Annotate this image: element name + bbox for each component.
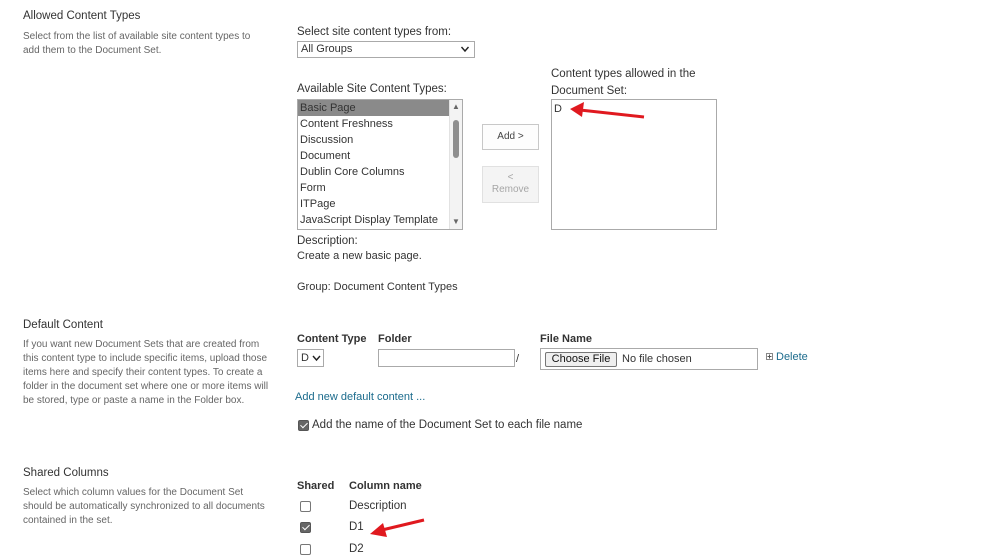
add-button[interactable]: Add > xyxy=(482,124,539,150)
delete-action[interactable]: Delete xyxy=(766,351,808,363)
shared-header: Shared xyxy=(297,480,335,492)
available-content-types-label: Available Site Content Types: xyxy=(297,83,447,95)
allowed-in-document-set-label: Content types allowed in the Document Se… xyxy=(551,68,696,97)
select-from-label: Select site content types from: xyxy=(297,26,452,38)
remove-label: Remove xyxy=(491,184,530,195)
chevron-down-icon xyxy=(312,352,321,370)
add-new-default-content-link[interactable]: Add new default content ... xyxy=(295,391,425,403)
available-content-types-listbox[interactable]: Basic Page Content Freshness Discussion Doc… xyxy=(297,99,463,230)
group-select[interactable]: All Groups xyxy=(297,41,475,58)
available-content-type-item[interactable]: ITPage xyxy=(298,196,449,212)
default-content-description: If you want new Document Sets that are c… xyxy=(23,339,269,406)
group-text: Group: Document Content Types xyxy=(297,281,458,293)
annotation-arrow-icon xyxy=(570,102,645,119)
listbox-scrollbar[interactable]: ▲ ▼ xyxy=(449,100,462,229)
scroll-down-icon[interactable]: ▼ xyxy=(452,217,460,226)
choose-file-button[interactable]: Choose File xyxy=(545,352,617,367)
file-input[interactable]: Choose File No file chosen xyxy=(540,348,758,370)
shared-checkbox[interactable] xyxy=(300,501,311,512)
folder-input[interactable] xyxy=(378,349,515,367)
available-content-type-item[interactable]: Basic Page xyxy=(298,100,449,116)
shared-column-name: D2 xyxy=(349,543,364,555)
remove-button[interactable]: < Remove xyxy=(482,166,539,203)
description-label: Description: xyxy=(297,235,358,247)
scroll-up-icon[interactable]: ▲ xyxy=(452,102,460,111)
available-content-type-item[interactable]: JavaScript Display Template xyxy=(298,212,449,228)
chevron-down-icon xyxy=(460,43,470,60)
scrollbar-thumb[interactable] xyxy=(453,120,459,158)
add-name-checkbox-label: Add the name of the Document Set to each… xyxy=(312,419,583,431)
add-name-checkbox[interactable] xyxy=(298,420,309,431)
remove-arrow: < xyxy=(507,172,514,183)
allowed-content-types-description: Select from the list of available site c… xyxy=(23,31,251,56)
shared-columns-title: Shared Columns xyxy=(23,467,109,479)
folder-header: Folder xyxy=(378,333,412,345)
annotation-arrow-icon xyxy=(370,518,425,537)
shared-checkbox[interactable] xyxy=(300,544,311,555)
column-name-header: Column name xyxy=(349,480,422,492)
no-file-chosen-text: No file chosen xyxy=(622,353,692,365)
plus-box-icon xyxy=(766,353,773,360)
group-select-value: All Groups xyxy=(301,43,353,55)
folder-separator: / xyxy=(516,353,520,365)
allowed-content-types-title: Allowed Content Types xyxy=(23,10,141,22)
available-content-type-item[interactable]: Dublin Core Columns xyxy=(298,164,449,180)
description-value: Create a new basic page. xyxy=(297,250,422,262)
default-content-title: Default Content xyxy=(23,319,103,331)
shared-columns-description: Select which column values for the Docum… xyxy=(23,487,265,526)
available-content-type-item[interactable]: Content Freshness xyxy=(298,116,449,132)
content-type-select[interactable]: D xyxy=(297,349,324,367)
delete-link[interactable]: Delete xyxy=(776,351,808,363)
available-content-type-item[interactable]: Document xyxy=(298,148,449,164)
content-type-header: Content Type xyxy=(297,333,367,345)
file-name-header: File Name xyxy=(540,333,592,345)
content-type-select-value: D xyxy=(301,352,309,364)
shared-column-name: Description xyxy=(349,500,407,512)
available-content-type-item[interactable]: Discussion xyxy=(298,132,449,148)
shared-checkbox[interactable] xyxy=(300,522,311,533)
available-content-type-item[interactable]: Form xyxy=(298,180,449,196)
